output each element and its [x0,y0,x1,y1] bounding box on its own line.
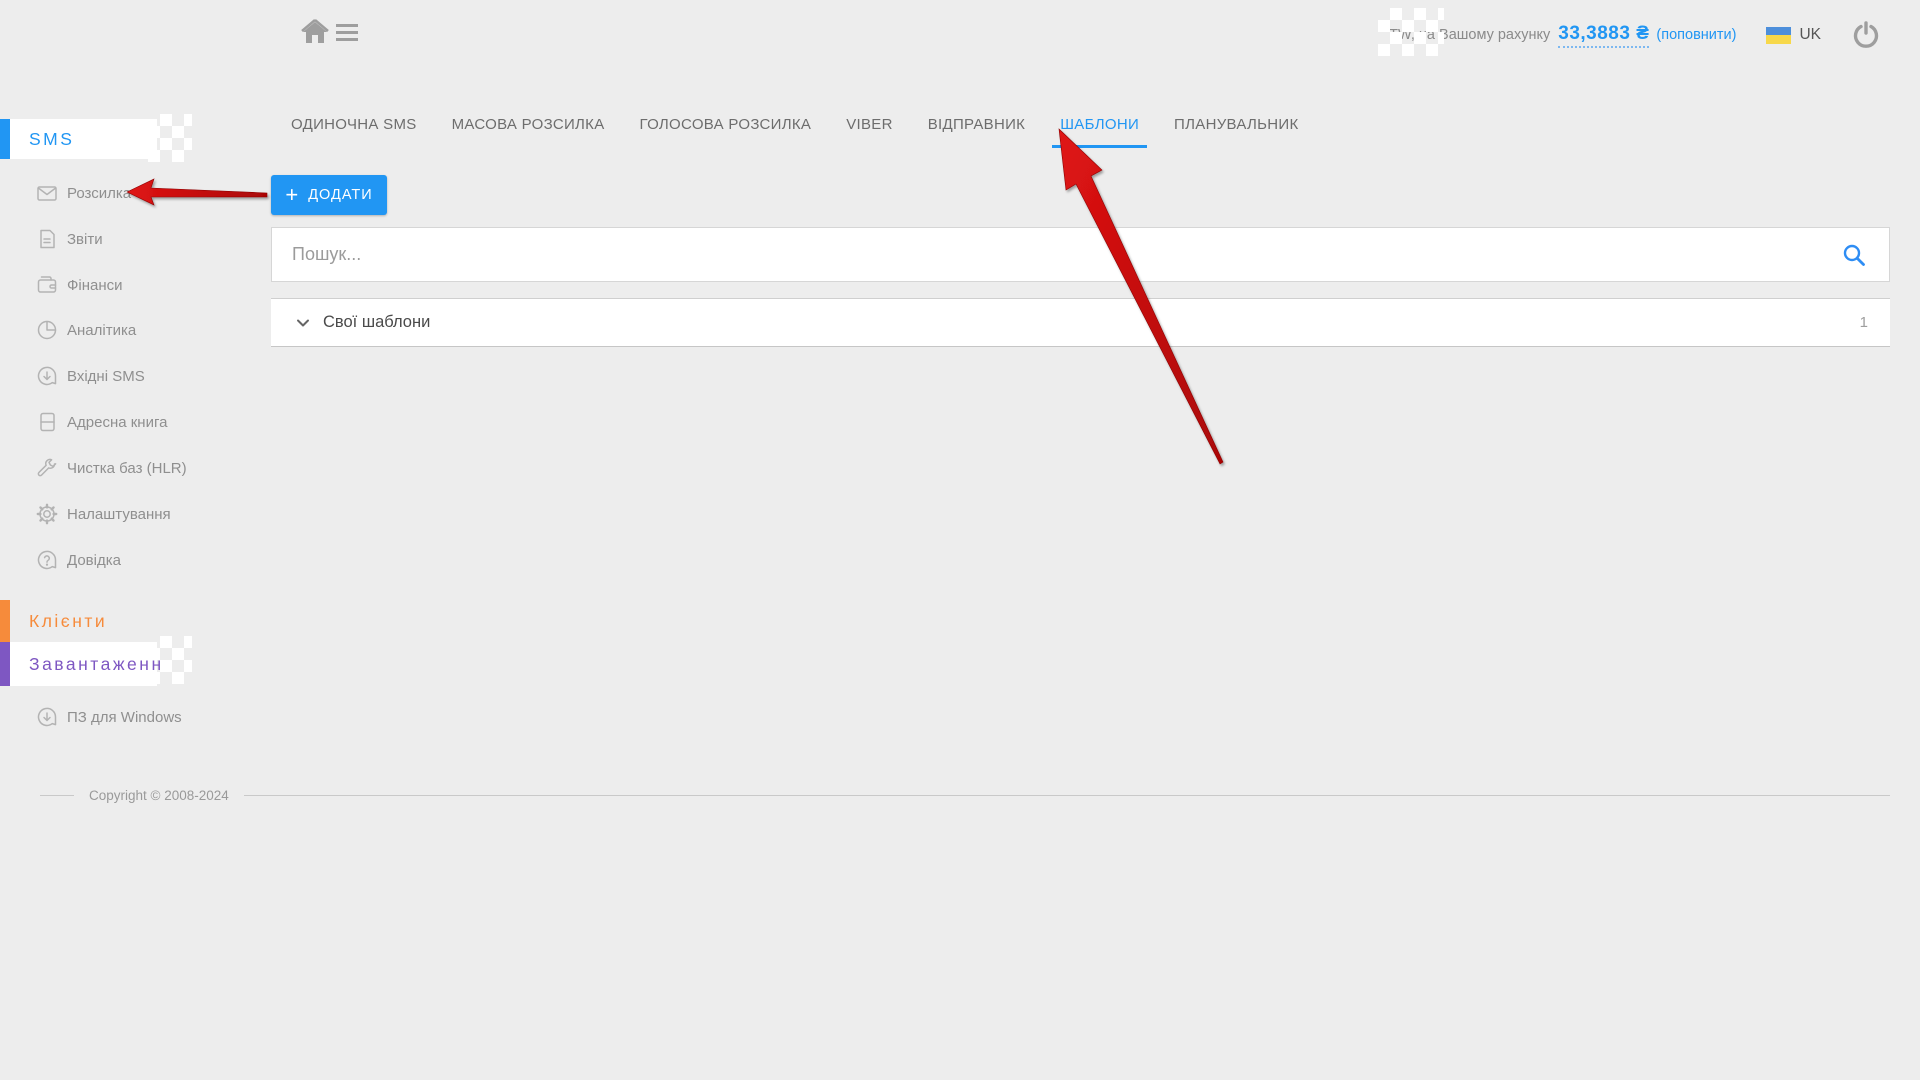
sidebar-item-chystka-baz[interactable]: Чистка баз (HLR) [0,445,270,491]
sidebar-item-zvity[interactable]: Звіти [0,216,270,262]
tab-vidpravnyk[interactable]: ВІДПРАВНИК [920,104,1033,148]
sidebar-item-label: Адресна книга [67,414,167,431]
sidebar-section-clients-label: Клієнти [0,611,107,632]
sidebar-item-nalashtuvannya[interactable]: Налаштування [0,491,270,537]
search-box [271,227,1890,282]
templates-count-badge: 1 [1860,314,1868,331]
templates-group-own[interactable]: Свої шаблони 1 [271,298,1890,347]
help-icon [36,549,58,571]
wallet-icon [36,274,58,296]
add-template-button[interactable]: + ДОДАТИ [271,175,387,215]
sidebar-item-label: Аналітика [67,322,136,339]
sidebar-item-analityka[interactable]: Аналітика [0,307,270,353]
top-bar: TW, на Вашому рахунку 33,3883 ₴ (поповни… [0,0,1920,70]
sidebar-item-label: Чистка баз (HLR) [67,460,187,477]
main-tabs: ОДИНОЧНА SMS МАСОВА РОЗСИЛКА ГОЛОСОВА РО… [283,104,1326,148]
sidebar-item-label: ПЗ для Windows [67,709,182,726]
language-selector[interactable]: UK [1766,26,1821,44]
download-icon [36,706,58,728]
app-root: TW, на Вашому рахунку 33,3883 ₴ (поповни… [0,0,1920,1080]
tab-odynochna-sms[interactable]: ОДИНОЧНА SMS [283,104,425,148]
menu-toggle-icon[interactable] [336,20,360,44]
pie-chart-icon [36,319,58,341]
divider-line [40,795,74,796]
sms-accent-bar [0,119,10,159]
language-code: UK [1799,26,1821,44]
annotation-arrow-shablony [1059,129,1223,464]
sidebar-item-label: Розсилка [67,185,131,202]
annotation-layer [0,0,1920,1080]
copyright-text: Copyright © 2008-2024 [89,788,229,803]
sidebar-item-rozsylka[interactable]: Розсилка [0,170,270,216]
inbox-sms-icon [36,365,58,387]
sidebar-item-label: Налаштування [67,506,171,523]
sidebar-section-downloads-label: Завантаження [0,654,176,675]
divider-line [244,795,1890,796]
search-icon[interactable] [1841,242,1867,268]
templates-group-label: Свої шаблони [323,313,430,332]
search-input[interactable] [272,228,1841,281]
sidebar-item-label: Довідка [67,552,121,569]
balance-amount[interactable]: 33,3883 ₴ [1558,23,1649,48]
sidebar-item-label: Вхідні SMS [67,368,145,385]
envelope-icon [36,182,58,204]
tab-masova-rozsylka[interactable]: МАСОВА РОЗСИЛКА [444,104,613,148]
sidebar-item-label: Фінанси [67,277,123,294]
downloads-accent-bar [0,642,10,686]
tab-viber[interactable]: VIBER [838,104,901,148]
tab-golosova-rozsylka[interactable]: ГОЛОСОВА РОЗСИЛКА [632,104,820,148]
address-book-icon [36,411,58,433]
report-icon [36,228,58,250]
sidebar-item-pz-windows[interactable]: ПЗ для Windows [0,694,270,740]
sidebar-section-sms-label: SMS [0,129,74,150]
tab-planuvalnyk[interactable]: ПЛАНУВАЛЬНИК [1166,104,1306,148]
add-button-label: ДОДАТИ [308,187,372,203]
chevron-down-icon [295,315,311,331]
gear-icon [36,503,58,525]
sidebar-section-downloads[interactable]: Завантаження [0,642,157,686]
sidebar-item-vhidni-sms[interactable]: Вхідні SMS [0,353,270,399]
sidebar-item-label: Звіти [67,231,103,248]
topup-link[interactable]: (поповнити) [1656,27,1736,43]
plus-icon: + [285,184,298,206]
balance-label: TW, на Вашому рахунку [1389,27,1550,43]
sidebar-section-clients[interactable]: Клієнти [0,600,157,642]
wrench-icon [36,457,58,479]
logout-power-icon[interactable] [1851,20,1881,50]
clients-accent-bar [0,600,10,642]
sidebar-item-adresna-knyga[interactable]: Адресна книга [0,399,270,445]
home-icon[interactable] [300,17,330,47]
header-right: TW, на Вашому рахунку 33,3883 ₴ (поповни… [1389,0,1881,70]
sidebar-item-dovidka[interactable]: Довідка [0,537,270,583]
tab-shablony[interactable]: ШАБЛОНИ [1052,104,1147,148]
copyright: Copyright © 2008-2024 [40,788,1890,803]
ukraine-flag-icon [1766,27,1791,44]
sidebar-item-finansy[interactable]: Фінанси [0,262,270,308]
sidebar-section-sms[interactable]: SMS [0,119,157,159]
